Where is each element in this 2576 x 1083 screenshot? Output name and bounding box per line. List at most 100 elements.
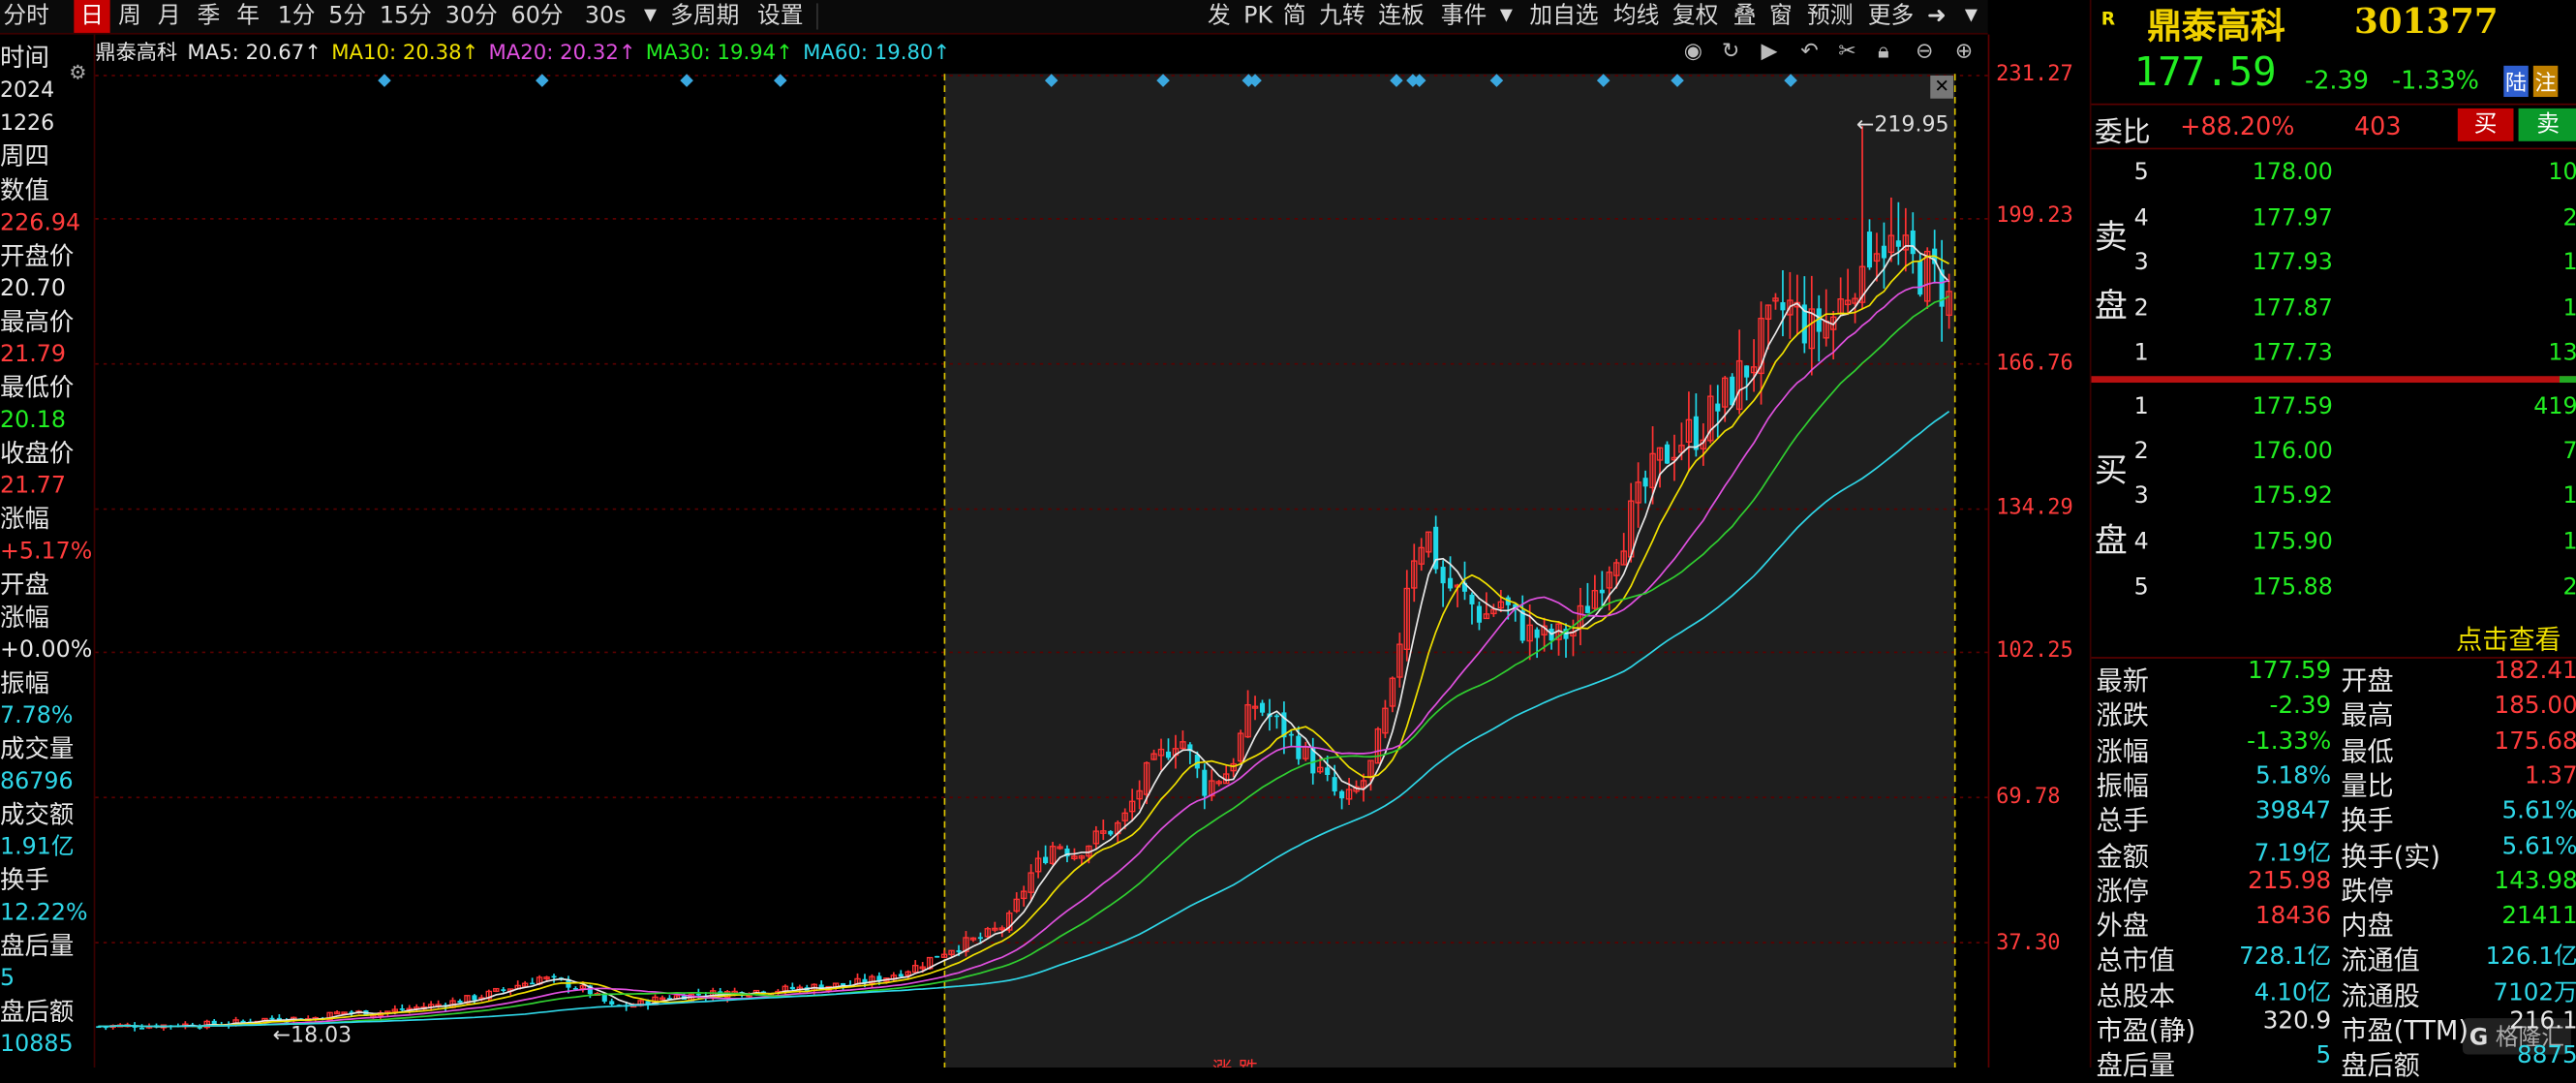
- ask-level: 2: [2133, 295, 2149, 323]
- stat-label: 流通股: [2341, 979, 2420, 1011]
- eye-icon[interactable]: ◉: [1684, 38, 1702, 68]
- period-tab-fenshi[interactable]: 分时: [3, 0, 48, 33]
- period-tab-15min[interactable]: 15分: [380, 0, 432, 33]
- ask-volume: 1: [2563, 295, 2576, 322]
- ma-line-button[interactable]: 均线: [1613, 0, 1659, 33]
- candle-body: [457, 1001, 463, 1004]
- candle-body: [1202, 769, 1208, 796]
- buy-button[interactable]: 买: [2457, 108, 2514, 141]
- tool-jiuzhuan[interactable]: 九转: [1319, 0, 1365, 33]
- period-tab-quarter[interactable]: 季: [198, 0, 221, 33]
- sell-side-label-2: 盘: [2094, 285, 2128, 325]
- predict-button[interactable]: 预测: [1807, 0, 1853, 33]
- period-tab-day[interactable]: 日: [74, 0, 110, 33]
- period-tab-5min[interactable]: 5分: [328, 0, 366, 33]
- chevron-down-icon[interactable]: ▼: [1965, 0, 1978, 33]
- ask-price[interactable]: 178.00: [2253, 159, 2333, 185]
- ask-volume: 1: [2563, 250, 2576, 276]
- open-value: 20.70: [0, 275, 67, 302]
- tool-event[interactable]: 事件: [1441, 0, 1487, 33]
- ma-legend: 鼎泰高科 MA5: 20.67↑ MA10: 20.38↑ MA20: 20.3…: [95, 36, 953, 69]
- y-tick-label: 166.76: [1996, 351, 2073, 377]
- bid-price[interactable]: 176.00: [2253, 439, 2333, 465]
- period-tab-30min[interactable]: 30分: [445, 0, 498, 33]
- ask-price[interactable]: 177.97: [2253, 205, 2333, 232]
- stat-value: 175.68: [2494, 728, 2576, 756]
- plus-icon[interactable]: ⊕: [1955, 38, 1974, 68]
- refresh-icon[interactable]: ↻: [1722, 38, 1740, 68]
- tool-jian[interactable]: 简: [1283, 0, 1306, 33]
- ask-price[interactable]: 177.93: [2253, 250, 2333, 276]
- candle-body: [1476, 605, 1482, 623]
- period-tab-year[interactable]: 年: [236, 0, 260, 33]
- period-tab-1min[interactable]: 1分: [278, 0, 316, 33]
- ask-price[interactable]: 177.87: [2253, 295, 2333, 322]
- close-icon[interactable]: ✕: [1930, 75, 1954, 99]
- chevron-down-icon[interactable]: ▼: [644, 0, 657, 33]
- low-value: 20.18: [0, 407, 67, 434]
- window-button[interactable]: 窗: [1769, 0, 1793, 33]
- period-tab-week[interactable]: 周: [118, 0, 141, 33]
- tool-lianban[interactable]: 连板: [1378, 0, 1424, 33]
- price-change: -2.39: [2305, 65, 2369, 96]
- click-view-link[interactable]: 点击查看: [2456, 617, 2561, 657]
- after-hours-volume-label: 盘后量: [0, 931, 75, 961]
- bid-price[interactable]: 177.59: [2253, 394, 2333, 420]
- more-button[interactable]: 更多: [1868, 0, 1914, 33]
- watermark-icon: G: [2469, 1024, 2489, 1052]
- period-select-30s[interactable]: 30s: [585, 0, 627, 33]
- undo-icon[interactable]: ↶: [1800, 38, 1819, 68]
- play-icon[interactable]: ▶: [1762, 38, 1778, 68]
- low-label: 最低价: [0, 372, 75, 403]
- stat-label: 内盘: [2341, 910, 2394, 942]
- kline-chart-svg[interactable]: ←219.95 ←18.03 涨 跌: [95, 35, 1988, 1068]
- candle-body: [1519, 610, 1525, 641]
- candle-body: [1273, 715, 1279, 718]
- stat-value: 7.19亿: [2254, 840, 2332, 867]
- ask-level: 4: [2133, 204, 2149, 232]
- stat-label: 最新: [2096, 665, 2149, 696]
- bid-price[interactable]: 175.90: [2253, 529, 2333, 555]
- add-watchlist-button[interactable]: 加自选: [1529, 0, 1598, 33]
- candle-body: [1866, 232, 1873, 268]
- stat-value: 177.59: [2248, 658, 2332, 685]
- y-tick-label: 37.30: [1996, 931, 2061, 956]
- open-label: 开盘价: [0, 241, 75, 271]
- tool-fa[interactable]: 发: [1208, 0, 1231, 33]
- divider: [2091, 147, 2576, 150]
- stat-label: 总股本: [2096, 979, 2176, 1011]
- y-tick-label: 199.23: [1996, 203, 2073, 229]
- candle-body: [1693, 416, 1699, 450]
- lock-icon[interactable]: 🔒︎: [1878, 38, 1889, 68]
- overlay-button[interactable]: 叠: [1733, 0, 1757, 33]
- tool-pk[interactable]: PK: [1243, 0, 1273, 33]
- multi-period-button[interactable]: 多周期: [670, 0, 739, 33]
- stock-app: 分时 日 周 月 季 年 1分 5分 15分 30分 60分 30s ▼ 多周期…: [0, 0, 2576, 1081]
- bid-price[interactable]: 175.92: [2253, 482, 2333, 509]
- candle-body: [1108, 830, 1114, 835]
- period-tab-60min[interactable]: 60分: [511, 0, 564, 33]
- adjust-button[interactable]: 复权: [1672, 0, 1718, 33]
- candle-body: [1440, 567, 1446, 584]
- sell-button[interactable]: 卖: [2518, 108, 2576, 141]
- minus-icon[interactable]: ⊖: [1916, 38, 1934, 68]
- scissors-icon[interactable]: ✂: [1838, 38, 1856, 68]
- kline-chart[interactable]: ←219.95 ←18.03 涨 跌: [95, 35, 1988, 1068]
- ask-price[interactable]: 177.73: [2253, 340, 2333, 366]
- year-value: 2024: [0, 78, 55, 104]
- export-icon[interactable]: ➜: [1927, 0, 1947, 33]
- bid-price[interactable]: 175.88: [2253, 574, 2333, 601]
- turnover-value: 12.22%: [0, 900, 88, 927]
- stat-label: 涨跌: [2096, 699, 2149, 731]
- crosshair-info-panel: 时间 ⚙ 2024 1226 周四 数值 226.94 开盘价 20.70 最高…: [0, 34, 96, 1068]
- ma30-label: MA30: 19.94↑: [645, 39, 793, 65]
- period-tab-month[interactable]: 月: [158, 0, 181, 33]
- bottom-indicator-text: 涨 跌: [1212, 1057, 1258, 1068]
- stat-label: 金额: [2096, 840, 2149, 872]
- chevron-down-icon[interactable]: ▼: [1500, 0, 1513, 33]
- settings-button[interactable]: 设置: [757, 0, 803, 33]
- bid-volume: 419: [2533, 393, 2576, 421]
- quote-panel: R 鼎泰高科 301377 177.59 -2.39 -1.33% 陆 注 委比…: [2089, 0, 2576, 1081]
- stat-value: 728.1亿: [2239, 944, 2332, 972]
- weibi-value: +88.20%: [2180, 111, 2295, 141]
